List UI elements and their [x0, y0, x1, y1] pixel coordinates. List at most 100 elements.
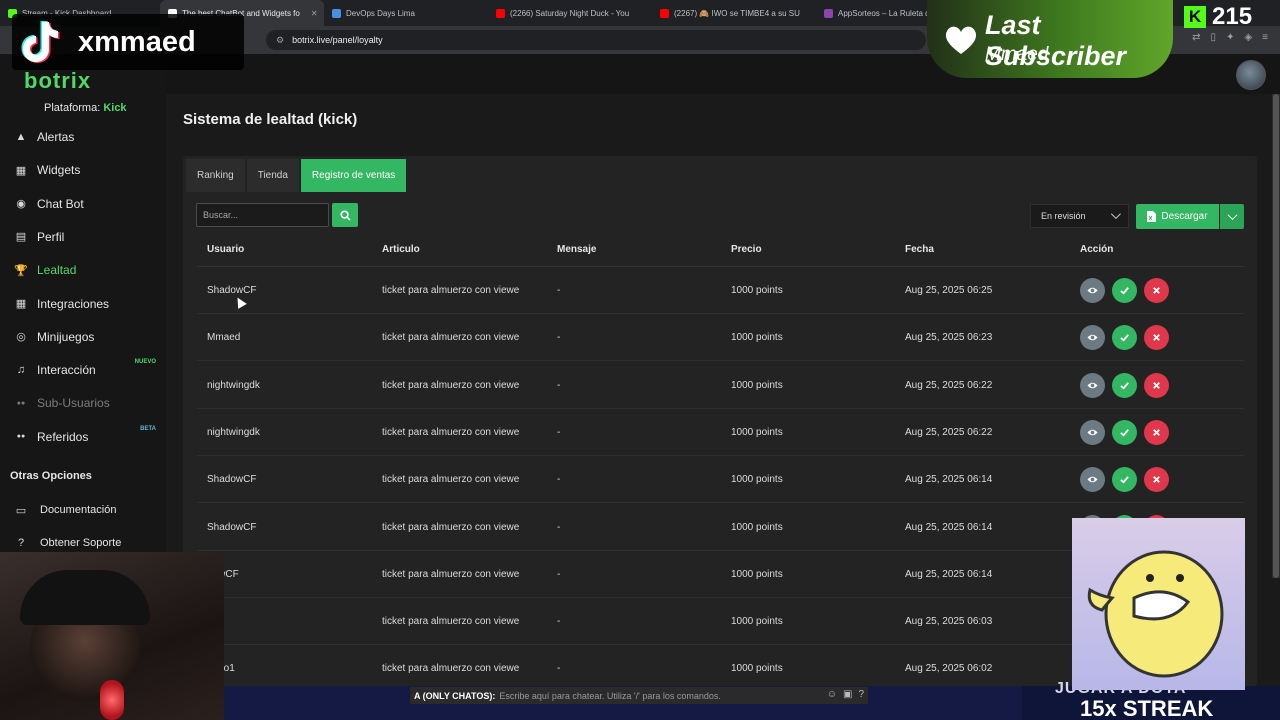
music-icon: ♫	[16, 364, 26, 377]
approve-button[interactable]	[1112, 278, 1137, 303]
close-icon	[1153, 476, 1160, 484]
column-header: Precio	[731, 244, 762, 255]
message-cell: -	[557, 568, 561, 580]
page-title: Sistema de lealtad (kick)	[183, 111, 358, 128]
eye-icon	[1087, 429, 1098, 436]
sidebar-item-perfil[interactable]: ▤ Perfil	[0, 222, 166, 252]
tab-favicon-icon	[332, 8, 341, 18]
sidebar-item-alertas[interactable]: ▲ Alertas	[0, 122, 166, 152]
user-avatar[interactable]	[1236, 60, 1266, 90]
message-cell: -	[557, 616, 561, 628]
status-filter-select[interactable]: En revisión	[1030, 204, 1129, 228]
search-button[interactable]	[332, 203, 358, 227]
platform-indicator: Plataforma: Kick	[44, 102, 127, 114]
check-icon	[1120, 429, 1129, 437]
close-icon	[1153, 287, 1160, 294]
sidebar-item-chat-bot[interactable]: ◉ Chat Bot	[0, 189, 166, 219]
search-input[interactable]	[196, 203, 329, 227]
approve-button[interactable]	[1112, 467, 1137, 493]
close-icon[interactable]: ✕	[311, 9, 318, 18]
sidebar-item-label: Chat Bot	[37, 196, 84, 211]
browser-tab[interactable]: DevOps Days Lima	[324, 0, 488, 26]
table-header: Usuario Articulo Mensaje Precio Fecha Acción	[197, 236, 1244, 267]
view-button[interactable]	[1080, 325, 1105, 351]
eye-icon	[1087, 476, 1098, 483]
user-cell: Mmaed	[207, 332, 241, 344]
menu-icon[interactable]: ≡	[1262, 32, 1268, 43]
download-options-button[interactable]	[1220, 204, 1244, 229]
item-cell: ticket para almuerzo con viewe	[382, 332, 520, 344]
message-cell: -	[557, 426, 561, 438]
approve-button[interactable]	[1112, 325, 1137, 351]
brand-logo[interactable]: botrix	[24, 68, 91, 94]
tab-ranking[interactable]: Ranking	[186, 159, 245, 192]
sidebar-link-documentacion[interactable]: ▭ Documentación	[0, 498, 166, 522]
extensions-icon[interactable]: ✦	[1226, 32, 1234, 43]
tab-registro-de-ventas[interactable]: Registro de ventas	[300, 159, 407, 192]
reject-button[interactable]	[1144, 325, 1169, 351]
view-button[interactable]	[1080, 278, 1105, 303]
status-filter-value: En revisión	[1041, 211, 1086, 221]
emoji-icon[interactable]: ☺	[827, 689, 837, 700]
approve-button[interactable]	[1112, 419, 1137, 445]
view-button[interactable]	[1080, 419, 1105, 445]
sidebar-item-sub-usuarios[interactable]: ●● Sub-Usuarios	[0, 388, 166, 418]
sidebar-icon[interactable]: ▯	[1211, 32, 1217, 43]
approve-button[interactable]	[1112, 372, 1137, 398]
user-cell: ShadowCF	[207, 521, 257, 533]
image-icon[interactable]: ▣	[843, 689, 852, 700]
users-icon: ●●	[16, 399, 26, 407]
id-card-icon: ▤	[15, 231, 27, 244]
user-cell: nightwingdk	[207, 426, 260, 438]
reject-button[interactable]	[1144, 467, 1169, 493]
column-header: Usuario	[207, 244, 245, 255]
check-icon	[1120, 476, 1129, 484]
reject-button[interactable]	[1144, 419, 1169, 445]
close-icon	[1153, 381, 1160, 389]
tab-tienda[interactable]: Tienda	[246, 159, 299, 192]
loyalty-tabs: Ranking Tienda Registro de ventas	[186, 159, 408, 192]
sidebar-item-lealtad[interactable]: 🏆 Lealtad	[0, 255, 166, 285]
eye-icon	[1087, 335, 1098, 341]
view-button[interactable]	[1080, 372, 1105, 398]
chevron-down-icon	[1110, 209, 1121, 220]
sidebar-item-integraciones[interactable]: ▦ Integraciones	[0, 289, 166, 319]
help-icon[interactable]: ?	[858, 689, 864, 700]
translate-icon[interactable]: ⇄	[1192, 32, 1200, 43]
search-icon	[339, 209, 351, 221]
sidebar-item-interacci-n[interactable]: ♫ Interacción NUEVO	[0, 355, 166, 385]
message-cell: -	[557, 474, 561, 486]
platform-label: Plataforma:	[44, 102, 101, 114]
column-header: Articulo	[382, 244, 420, 255]
sidebar-link-label: Documentación	[40, 504, 117, 516]
item-cell: ticket para almuerzo con viewe	[382, 426, 520, 438]
site-info-icon[interactable]: ⚙	[276, 35, 284, 46]
download-button[interactable]: Descargar	[1136, 204, 1219, 229]
page-scrollbar[interactable]	[1272, 94, 1280, 578]
reject-button[interactable]	[1144, 372, 1169, 398]
kick-logo-icon: K	[1184, 6, 1206, 28]
browser-tab-label: (2266) Saturday Night Duck - You	[510, 8, 630, 18]
tiktok-username: xmmaed	[78, 25, 196, 58]
duck-icon	[1087, 550, 1224, 678]
subscriber-name: Mmaed	[985, 44, 1049, 65]
url-text: botrix.live/panel/loyalty	[292, 35, 383, 45]
browser-tab[interactable]: (2267) 🙈 IWO se TIMBE4 a su SU	[652, 0, 816, 26]
sidebar-item-label: Integraciones	[37, 296, 110, 311]
view-button[interactable]	[1080, 467, 1105, 493]
url-field[interactable]: ⚙ botrix.live/panel/loyalty	[266, 30, 926, 50]
viewer-count: 215	[1212, 3, 1253, 30]
download-label: Descargar	[1161, 211, 1208, 222]
light-stick	[100, 680, 124, 720]
sidebar-item-minijuegos[interactable]: ◎ Minijuegos	[0, 322, 166, 352]
browser-tab[interactable]: (2266) Saturday Night Duck - You	[488, 0, 652, 26]
table-row: Mmaed ticket para almuerzo con viewe - 1000…	[197, 314, 1244, 362]
chat-input[interactable]: A (ONLY CHATOS): Escribe aquí para chate…	[410, 687, 868, 704]
price-cell: 1000 points	[731, 663, 783, 675]
reject-button[interactable]	[1144, 278, 1169, 303]
sidebar-item-widgets[interactable]: ▦ Widgets	[0, 155, 166, 185]
shield-icon[interactable]: ◈	[1244, 32, 1252, 43]
sidebar-item-referidos[interactable]: ●● Referidos BETA	[0, 422, 166, 452]
scrollbar-thumb[interactable]	[1273, 94, 1279, 578]
alert-triangle-icon: ▲	[15, 131, 27, 143]
